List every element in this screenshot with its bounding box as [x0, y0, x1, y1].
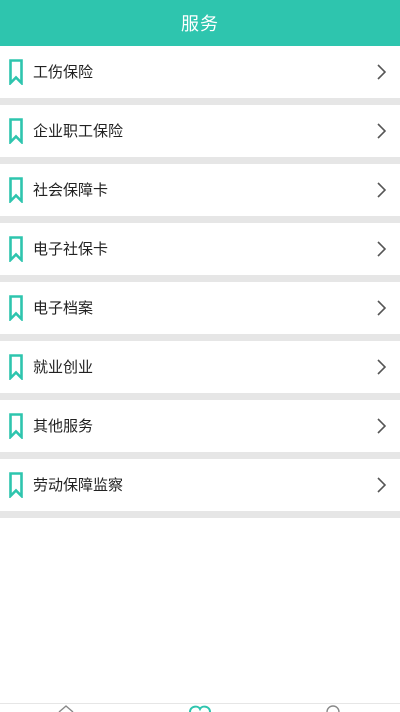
bookmark-icon [9, 413, 23, 439]
bookmark-icon [9, 472, 23, 498]
list-item-electronic-archive[interactable]: 电子档案 [0, 282, 400, 341]
chevron-right-icon [377, 418, 386, 434]
chevron-right-icon [377, 241, 386, 257]
chevron-right-icon [377, 123, 386, 139]
chevron-right-icon [377, 359, 386, 375]
bookmark-icon [9, 295, 23, 321]
list-item-labor-security-supervision[interactable]: 劳动保障监察 [0, 459, 400, 518]
chevron-right-icon [377, 182, 386, 198]
bookmark-icon [9, 236, 23, 262]
bookmark-icon [9, 118, 23, 144]
chevron-right-icon [377, 64, 386, 80]
list-item-employment-entrepreneurship[interactable]: 就业创业 [0, 341, 400, 400]
list-item-label: 其他服务 [33, 417, 94, 435]
list-item-enterprise-employee-insurance[interactable]: 企业职工保险 [0, 105, 400, 164]
service-list: 工伤保险 企业职工保险 社会保障卡 电子社保卡 电子档案 就业创业 其他服务 劳… [0, 46, 400, 518]
list-item-label: 劳动保障监察 [33, 476, 124, 494]
list-item-label: 工伤保险 [33, 63, 94, 81]
list-item-work-injury-insurance[interactable]: 工伤保险 [0, 46, 400, 105]
list-item-electronic-social-security-card[interactable]: 电子社保卡 [0, 223, 400, 282]
list-item-social-security-card[interactable]: 社会保障卡 [0, 164, 400, 223]
header-bar: 服务 [0, 0, 400, 46]
list-item-other-services[interactable]: 其他服务 [0, 400, 400, 459]
chevron-right-icon [377, 300, 386, 316]
page-title: 服务 [181, 14, 219, 35]
bookmark-icon [9, 59, 23, 85]
bookmark-icon [9, 354, 23, 380]
list-item-label: 社会保障卡 [33, 181, 109, 199]
list-item-label: 企业职工保险 [33, 122, 124, 140]
bookmark-icon [9, 177, 23, 203]
chevron-right-icon [377, 477, 386, 493]
list-item-label: 电子社保卡 [33, 240, 109, 258]
list-item-label: 电子档案 [33, 299, 94, 317]
list-item-label: 就业创业 [33, 358, 94, 376]
